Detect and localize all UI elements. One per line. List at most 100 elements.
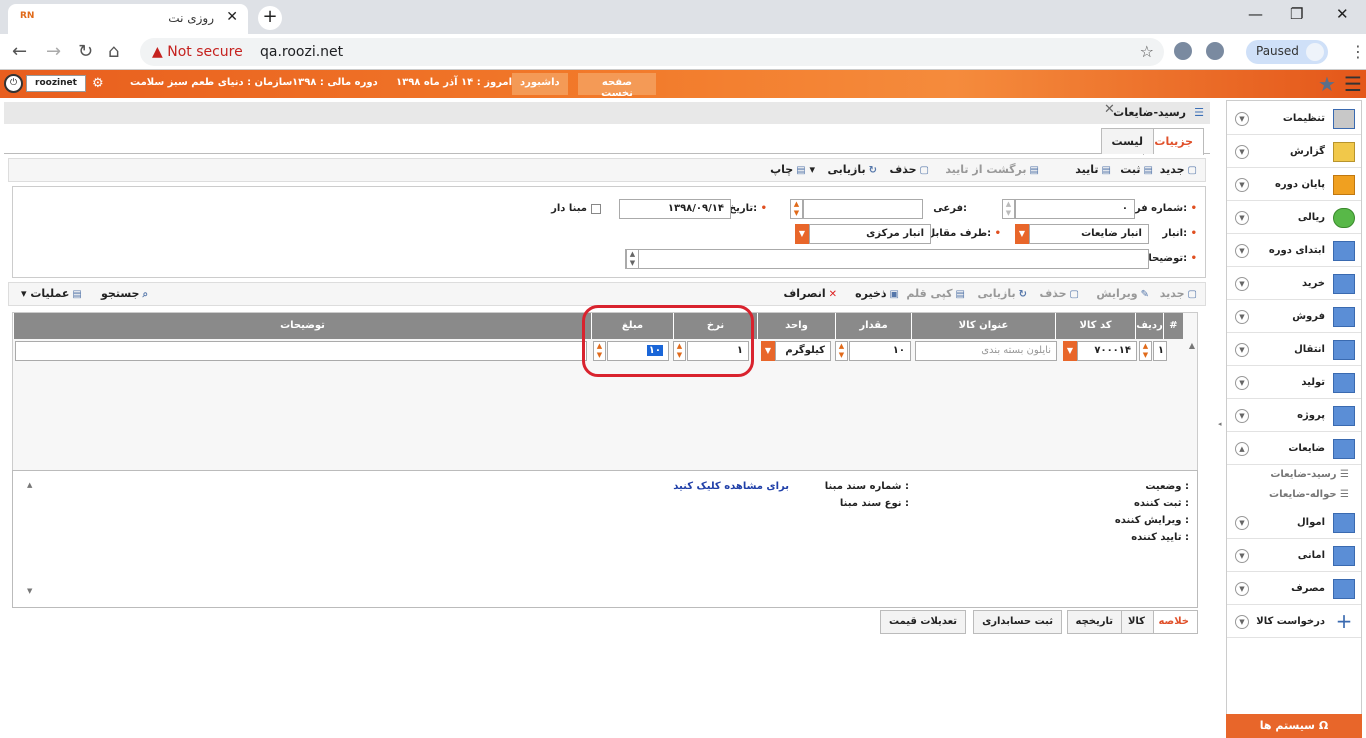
new-tab-button[interactable]: + [258,6,282,30]
cancel-x-icon: ✕ [828,289,837,300]
grid-scroll-up[interactable]: ▲ [1189,341,1195,350]
save-button[interactable]: ثبت ▤ [1120,163,1153,176]
search-button[interactable]: جستجو ⌕ [101,287,148,300]
minimize-icon[interactable]: — [1248,5,1263,23]
omnibox[interactable]: ▲ Not secure qa.roozi.net ☆ [140,38,1164,66]
browser-tab[interactable]: RN روزی نت ✕ [8,4,248,34]
row-edit-button[interactable]: ویرایش ✎ [1096,287,1149,300]
desc-cell[interactable] [15,341,587,361]
info-scroll-down[interactable]: ▼ [27,587,32,595]
save-icon: ▤ [1143,165,1153,176]
new-doc-icon: ▢ [1187,165,1197,176]
dashboard-button[interactable]: داشبورد [512,73,568,95]
plus-icon: + [1335,609,1353,633]
based-checkbox[interactable] [591,204,601,214]
power-icon[interactable]: ⏻ [4,74,23,93]
cancel-button[interactable]: انصراف ✕ [783,287,837,300]
sidebar-item-assets[interactable]: ▼ اموال [1227,507,1361,539]
tab-history[interactable]: تاریخچه [1066,610,1122,634]
sidebar-item-purchase[interactable]: ▼ خرید [1227,268,1361,300]
url-text[interactable]: qa.roozi.net [260,44,343,60]
tab-goods[interactable]: کالا [1118,610,1154,634]
form-no-input[interactable]: ۰ [1015,199,1135,219]
row-new-button[interactable]: جدید ▢ [1160,287,1197,300]
not-secure-warning[interactable]: ▲ Not secure [152,44,243,60]
sub-input[interactable] [803,199,923,219]
sidebar-item-report[interactable]: ▼ گزارش [1227,136,1361,168]
home-page-button[interactable]: صفحه نخست [578,73,656,99]
header-form: شماره فرم: • ۰ ▲ ▼ فرعی: ▲ ▼ تاریخ: • ۱۳۹۸… [12,186,1206,278]
avatar [1306,43,1324,61]
sidebar-item-production[interactable]: ▼ تولید [1227,367,1361,399]
extension-eye-icon[interactable] [1206,42,1224,60]
warehouse-dropdown-icon[interactable]: ▼ [1015,224,1029,244]
restore-icon[interactable]: ❐ [1290,5,1303,23]
sidebar-item-consumption[interactable]: ▼ مصرف [1227,573,1361,605]
table-icon [1333,406,1355,426]
browser-menu-icon[interactable]: ⋮ [1350,42,1366,61]
code-cell[interactable]: ۷۰۰۰۱۴ [1077,341,1137,361]
counterparty-input[interactable]: انبار مرکزی [809,224,931,244]
sidebar-item-project[interactable]: ▼ پروژه [1227,400,1361,432]
sidebar-item-sales[interactable]: ▼ فروش [1227,301,1361,333]
profile-paused-button[interactable]: Paused [1246,40,1328,64]
tab-summary[interactable]: خلاصه [1149,610,1198,634]
home-icon[interactable]: ⌂ [108,41,119,62]
bookmark-star-icon[interactable]: ☆ [1140,42,1154,61]
description-scroll[interactable]: ▲ ▼ [626,249,639,269]
copy-row-button[interactable]: کپی قلم ▤ [906,287,965,300]
username-box[interactable]: roozinet [26,75,86,92]
sidebar-item-waste[interactable]: ▲ ضایعات [1227,433,1361,465]
sidebar-subitem-waste-receipt[interactable]: رسید-ضایعات ☰ [1270,469,1349,480]
unit-dropdown-icon[interactable]: ▼ [761,341,775,361]
sidebar-subitem-waste-remittance[interactable]: حواله-ضایعات ☰ [1269,489,1349,500]
date-input[interactable]: ۱۳۹۸/۰۹/۱۴ [619,199,731,219]
back-icon[interactable]: ← [12,41,27,62]
gear-icon[interactable]: ⚙ [92,76,104,91]
page-title: رسید-ضایعات [1113,106,1186,119]
forward-icon[interactable]: → [46,41,61,62]
operations-button[interactable]: ▾ عملیات ▤ [21,287,82,300]
systems-button[interactable]: سیستم ها Ω [1226,714,1362,738]
title-cell[interactable]: نایلون بسته بندی [915,341,1057,361]
sidebar-item-period-end[interactable]: ▼ پایان دوره [1227,169,1361,201]
hamburger-menu-icon[interactable]: ☰ [1344,72,1362,96]
tab-accounting[interactable]: ثبت حسابداری [973,610,1062,634]
refresh-button[interactable]: بازیابی ↻ [827,163,877,176]
warehouse-input[interactable]: انبار ضایعات [1029,224,1149,244]
close-window-icon[interactable]: ✕ [1336,5,1349,23]
approve-button[interactable]: تایید ▤ [1075,163,1111,176]
qty-spinner[interactable]: ▲ ▼ [835,341,848,361]
splitter-handle[interactable]: ◂ [1218,420,1222,428]
row-refresh-button[interactable]: بازیابی ↻ [977,287,1027,300]
row-index-cell[interactable]: ۱ [1153,341,1167,361]
extension-icon[interactable] [1174,42,1192,60]
unapprove-button[interactable]: برگشت از تایید ▤ [945,163,1039,176]
new-button[interactable]: جدید ▢ [1160,163,1197,176]
tab-list[interactable]: لیست [1100,128,1154,154]
unit-cell[interactable]: کیلوگرم [775,341,831,361]
sidebar-item-consignment[interactable]: ▼ امانی [1227,540,1361,572]
sidebar-item-settings[interactable]: ▼ تنظیمات [1227,103,1361,135]
favorites-star-icon[interactable]: ★ [1318,72,1336,96]
sub-spinner[interactable]: ▲ ▼ [790,199,803,219]
close-tab-icon[interactable]: ✕ [226,9,238,25]
info-scroll-up[interactable]: ▲ [27,481,32,489]
description-input[interactable] [625,249,1149,269]
sidebar-item-rial[interactable]: ▼ ریالی [1227,202,1361,234]
row-delete-button[interactable]: حذف ▢ [1039,287,1079,300]
row-save-button[interactable]: ذخیره ▣ [855,287,899,300]
sidebar-item-period-start[interactable]: ▼ ابتدای دوره [1227,235,1361,267]
tab-price-adjust[interactable]: تعدیلات قیمت [880,610,966,634]
view-base-doc-link[interactable]: برای مشاهده کلیک کنید [673,481,789,492]
counterparty-dropdown-icon[interactable]: ▼ [795,224,809,244]
code-dropdown-icon[interactable]: ▼ [1063,341,1077,361]
row-index-spinner[interactable]: ▲ ▼ [1139,341,1152,361]
print-button[interactable]: چاپ ▤ ▾ [770,163,815,176]
sidebar-item-goods-request[interactable]: ▼ درخواست کالا + [1227,606,1361,638]
reload-icon[interactable]: ↻ [78,41,93,62]
qty-cell[interactable]: ۱۰ [849,341,911,361]
sidebar-item-transfer[interactable]: ▼ انتقال [1227,334,1361,366]
form-no-spinner[interactable]: ▲ ▼ [1002,199,1015,219]
delete-button[interactable]: حذف ▢ [889,163,929,176]
